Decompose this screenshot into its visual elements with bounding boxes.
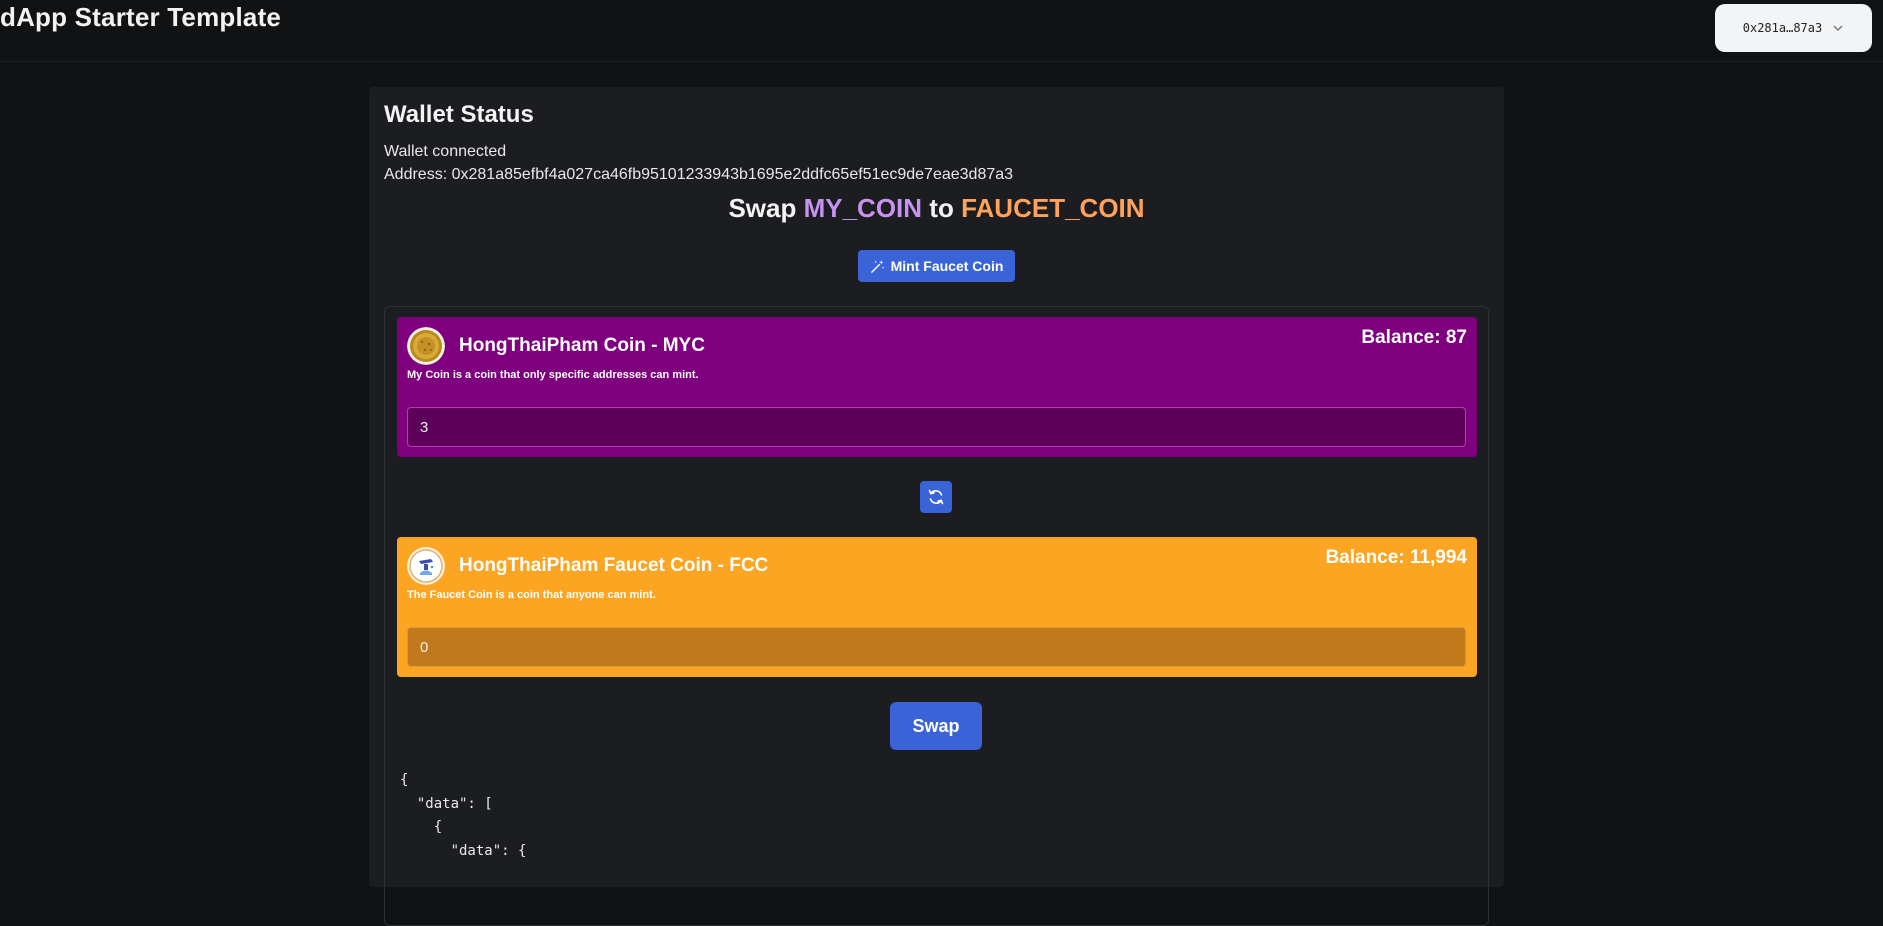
flip-direction-button[interactable] [920, 481, 952, 513]
from-amount-input[interactable] [407, 407, 1466, 447]
to-coin-balance: Balance: 11,994 [1325, 547, 1467, 569]
gold-coin-icon [407, 327, 445, 365]
wallet-account-button[interactable]: 0x281a…87a3 [1715, 4, 1872, 52]
balance-label: Balance: [1361, 327, 1441, 348]
wallet-connection-status: Wallet connected [384, 143, 507, 160]
swap-heading: Swap MY_COIN to FAUCET_COIN [369, 193, 1504, 224]
top-bar: dApp Starter Template 0x281a…87a3 [0, 0, 1883, 62]
magic-wand-icon [870, 259, 884, 273]
refresh-arrows-icon [928, 489, 944, 505]
from-coin-description: My Coin is a coin that only specific add… [407, 369, 699, 381]
from-coin-name: HongThaiPham Coin - MYC [459, 335, 705, 356]
to-coin-description: The Faucet Coin is a coin that anyone ca… [407, 589, 656, 601]
wallet-address-label: 0x281a…87a3 [1742, 21, 1823, 35]
wallet-status-title: Wallet Status [384, 101, 534, 128]
to-token-name: FAUCET_COIN [961, 193, 1145, 223]
to-coin-box: HongThaiPham Faucet Coin - FCC The Fauce… [397, 537, 1477, 677]
from-coin-balance: Balance: 87 [1361, 327, 1467, 349]
swap-panel: HongThaiPham Coin - MYC My Coin is a coi… [384, 306, 1489, 926]
app-title: dApp Starter Template [0, 2, 282, 32]
balance-value: 87 [1445, 327, 1467, 348]
swap-button[interactable]: Swap [890, 702, 982, 750]
to-coin-name: HongThaiPham Faucet Coin - FCC [459, 555, 769, 576]
wallet-card: Wallet Status Wallet connected Address: … [369, 87, 1504, 926]
wallet-address-label: Address: [384, 166, 448, 183]
swap-heading-prefix: Swap [728, 193, 797, 223]
to-amount-input[interactable] [407, 627, 1466, 667]
from-token-name: MY_COIN [803, 193, 923, 223]
chevron-down-icon [1833, 25, 1843, 31]
wallet-address: Address: 0x281a85efbf4a027ca46fb95101233… [384, 166, 1013, 184]
faucet-coin-logo-icon [407, 547, 445, 585]
swap-heading-mid: to [929, 193, 954, 223]
transaction-json-output: { "data": [ { "data": { [400, 772, 527, 859]
balance-value: 11,994 [1409, 547, 1467, 568]
mint-button-label: Mint Faucet Coin [890, 258, 1004, 274]
balance-label: Balance: [1325, 547, 1405, 568]
wallet-address-value: 0x281a85efbf4a027ca46fb95101233943b1695e… [451, 166, 1014, 183]
from-coin-box: HongThaiPham Coin - MYC My Coin is a coi… [397, 317, 1477, 457]
mint-faucet-coin-button[interactable]: Mint Faucet Coin [858, 250, 1015, 282]
